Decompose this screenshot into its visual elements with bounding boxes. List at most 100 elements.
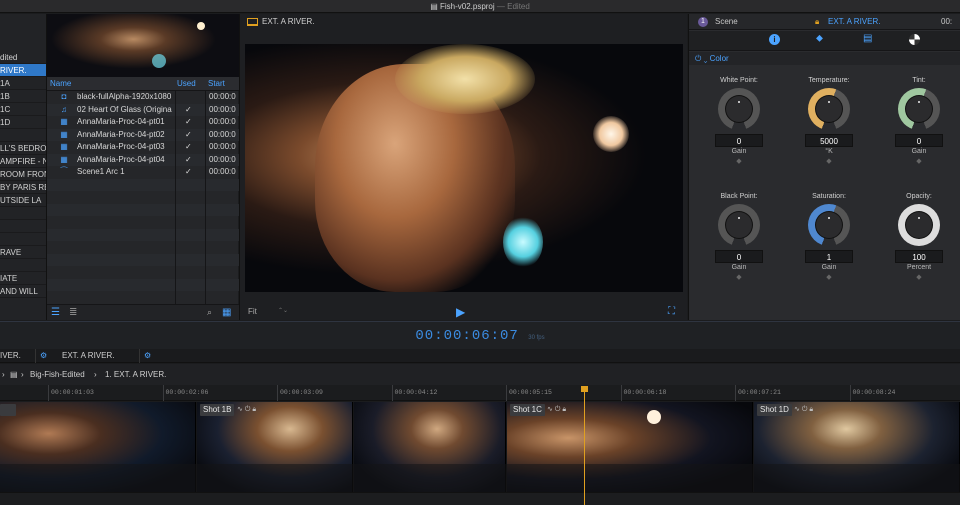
param-knob[interactable]: [808, 204, 850, 246]
scene-list-item[interactable]: [0, 259, 46, 272]
scene-list[interactable]: dited RIVER. 1A 1B 1C 1D LL'S BEDRO AMPFIRE - N…: [0, 14, 46, 320]
scene-list-item[interactable]: UTSIDE LA: [0, 194, 46, 207]
media-row-empty: [47, 291, 239, 304]
scene-list-item[interactable]: RAVE: [0, 246, 46, 259]
lock-icon[interactable]: 🔒︎: [815, 14, 819, 30]
column-name[interactable]: Name: [50, 77, 71, 91]
param-knob[interactable]: [898, 88, 940, 130]
param-label: Opacity:: [906, 193, 932, 200]
scene-list-item[interactable]: AMPFIRE - N: [0, 155, 46, 168]
media-row-empty: [47, 266, 239, 279]
param-value[interactable]: 100: [895, 250, 943, 263]
filmstrip-view-icon[interactable]: ▦: [222, 307, 231, 318]
scene-list-item[interactable]: [0, 129, 46, 142]
playhead[interactable]: [584, 387, 585, 505]
media-row[interactable]: ⁀ Scene1 Arc 1 ✓ 00:00:0: [47, 166, 239, 179]
ruler-tick: 00:00:02:06: [162, 385, 208, 401]
lock-icon[interactable]: 🔒︎: [809, 406, 813, 413]
keyframe-icon[interactable]: ◆: [699, 273, 779, 283]
clip-label: Shot 1B: [200, 404, 235, 416]
list-view-icon[interactable]: ☰: [51, 307, 60, 318]
timeline-tabs: IVER. ⚙ EXT. A RIVER. ⚙: [0, 349, 960, 363]
color-param: Saturation: 1 Gain ◆: [789, 192, 869, 283]
media-thumbnail[interactable]: [47, 14, 239, 77]
timeline-tab-active[interactable]: EXT. A RIVER.: [62, 349, 140, 363]
wave-icon[interactable]: ∿: [547, 406, 553, 413]
param-value[interactable]: 5000: [805, 134, 853, 147]
play-icon[interactable]: ▶: [456, 305, 465, 319]
media-row[interactable]: ▦ AnnaMaria-Proc-04-pt01 ✓ 00:00:0: [47, 116, 239, 129]
param-knob[interactable]: [808, 88, 850, 130]
scene-list-item[interactable]: 1D: [0, 116, 46, 129]
param-unit: Gain: [731, 148, 747, 155]
param-knob[interactable]: [898, 204, 940, 246]
ruler-tick: 00:00:06:18: [620, 385, 666, 401]
column-used[interactable]: Used: [177, 77, 196, 91]
param-value[interactable]: 0: [895, 134, 943, 147]
scene-list-item[interactable]: 1C: [0, 103, 46, 116]
info-icon[interactable]: i: [769, 34, 780, 45]
scene-list-item[interactable]: LL'S BEDRO: [0, 142, 46, 155]
keyframe-icon[interactable]: ◆: [879, 273, 959, 283]
power-icon[interactable]: ⏻: [555, 406, 561, 413]
color-section-header[interactable]: ⏻ ⌄ Color: [689, 52, 960, 65]
fullscreen-icon[interactable]: ⛶: [668, 306, 675, 317]
scene-list-item[interactable]: 1B: [0, 90, 46, 103]
keyframe-icon[interactable]: ◆: [789, 273, 869, 283]
lock-icon[interactable]: 🔒︎: [562, 406, 566, 413]
timeline-ruler[interactable]: 00:00:01:03 00:00:02:06 00:00:03:09 00:00:0…: [0, 385, 960, 401]
scene-list-item[interactable]: [0, 207, 46, 220]
wave-icon[interactable]: ∿: [794, 406, 800, 413]
timeline-tab[interactable]: IVER.: [0, 349, 36, 363]
keyframe-icon[interactable]: ◆: [699, 157, 779, 167]
param-knob[interactable]: [718, 204, 760, 246]
search-icon[interactable]: ⌕: [207, 307, 212, 318]
column-start[interactable]: Start: [208, 77, 225, 91]
scene-list-item[interactable]: ROOM FRONT: [0, 168, 46, 181]
breadcrumb-scene[interactable]: 1. EXT. A RIVER.: [105, 364, 166, 385]
scene-list-item[interactable]: 1A: [0, 77, 46, 90]
tag-icon[interactable]: ⬥: [816, 33, 823, 44]
param-value[interactable]: 1: [805, 250, 853, 263]
scene-list-item[interactable]: [0, 220, 46, 233]
scene-list-item[interactable]: RIVER.: [0, 64, 46, 77]
scene-list-item[interactable]: dited: [0, 51, 46, 64]
music-note-icon: ♫: [61, 104, 67, 114]
playhead-handle[interactable]: [581, 386, 588, 392]
param-value[interactable]: 0: [715, 134, 763, 147]
outline-view-icon[interactable]: ≣: [69, 307, 77, 318]
media-row[interactable]: ▦ AnnaMaria-Proc-04-pt03 ✓ 00:00:0: [47, 141, 239, 154]
power-icon[interactable]: ⏻: [802, 406, 808, 413]
media-used: ✓: [185, 167, 192, 176]
lock-icon[interactable]: 🔒︎: [252, 406, 256, 413]
scene-list-item[interactable]: AND WILL: [0, 285, 46, 298]
breadcrumb-project[interactable]: Big-Fish-Edited: [30, 364, 85, 385]
document-icon[interactable]: ▤: [863, 33, 872, 44]
chevron-down-icon: ⌄: [703, 54, 708, 63]
scene-list-item[interactable]: [0, 233, 46, 246]
power-icon[interactable]: ⏻: [695, 54, 701, 63]
color-wheel-icon[interactable]: [909, 34, 920, 45]
gear-icon[interactable]: ⚙: [40, 349, 47, 363]
wave-icon[interactable]: ∿: [237, 406, 243, 413]
media-row[interactable]: ▦ AnnaMaria-Proc-04-pt02 ✓ 00:00:0: [47, 128, 239, 141]
document-icon: ▤: [430, 2, 440, 11]
video-frame[interactable]: [245, 44, 683, 292]
gear-icon[interactable]: ⚙: [144, 349, 151, 363]
media-row[interactable]: ♫ 02 Heart Of Glass (Origina ✓ 00:00:0: [47, 103, 239, 116]
scene-list-item[interactable]: BY PARIS RE: [0, 181, 46, 194]
keyframe-icon[interactable]: ◆: [789, 157, 869, 167]
param-knob[interactable]: [718, 88, 760, 130]
fit-select[interactable]: Fit: [248, 307, 257, 316]
param-unit: Gain: [821, 264, 837, 271]
power-icon[interactable]: ⏻: [245, 406, 251, 413]
media-row[interactable]: ◘ black-fullAlpha-1920x1080 00:00:0: [47, 91, 239, 104]
scene-list-item[interactable]: IATE: [0, 272, 46, 285]
clip-lower-band: [0, 464, 960, 492]
timecode-display[interactable]: 00:00:06:07 30 fps: [0, 322, 960, 352]
viewer-header: EXT. A RIVER.: [240, 14, 688, 30]
media-row[interactable]: ▦ AnnaMaria-Proc-04-pt04 ✓ 00:00:0: [47, 153, 239, 166]
param-value[interactable]: 0: [715, 250, 763, 263]
keyframe-icon[interactable]: ◆: [879, 157, 959, 167]
scene-items: dited RIVER. 1A 1B 1C 1D LL'S BEDRO AMPFIRE - N…: [0, 51, 46, 298]
